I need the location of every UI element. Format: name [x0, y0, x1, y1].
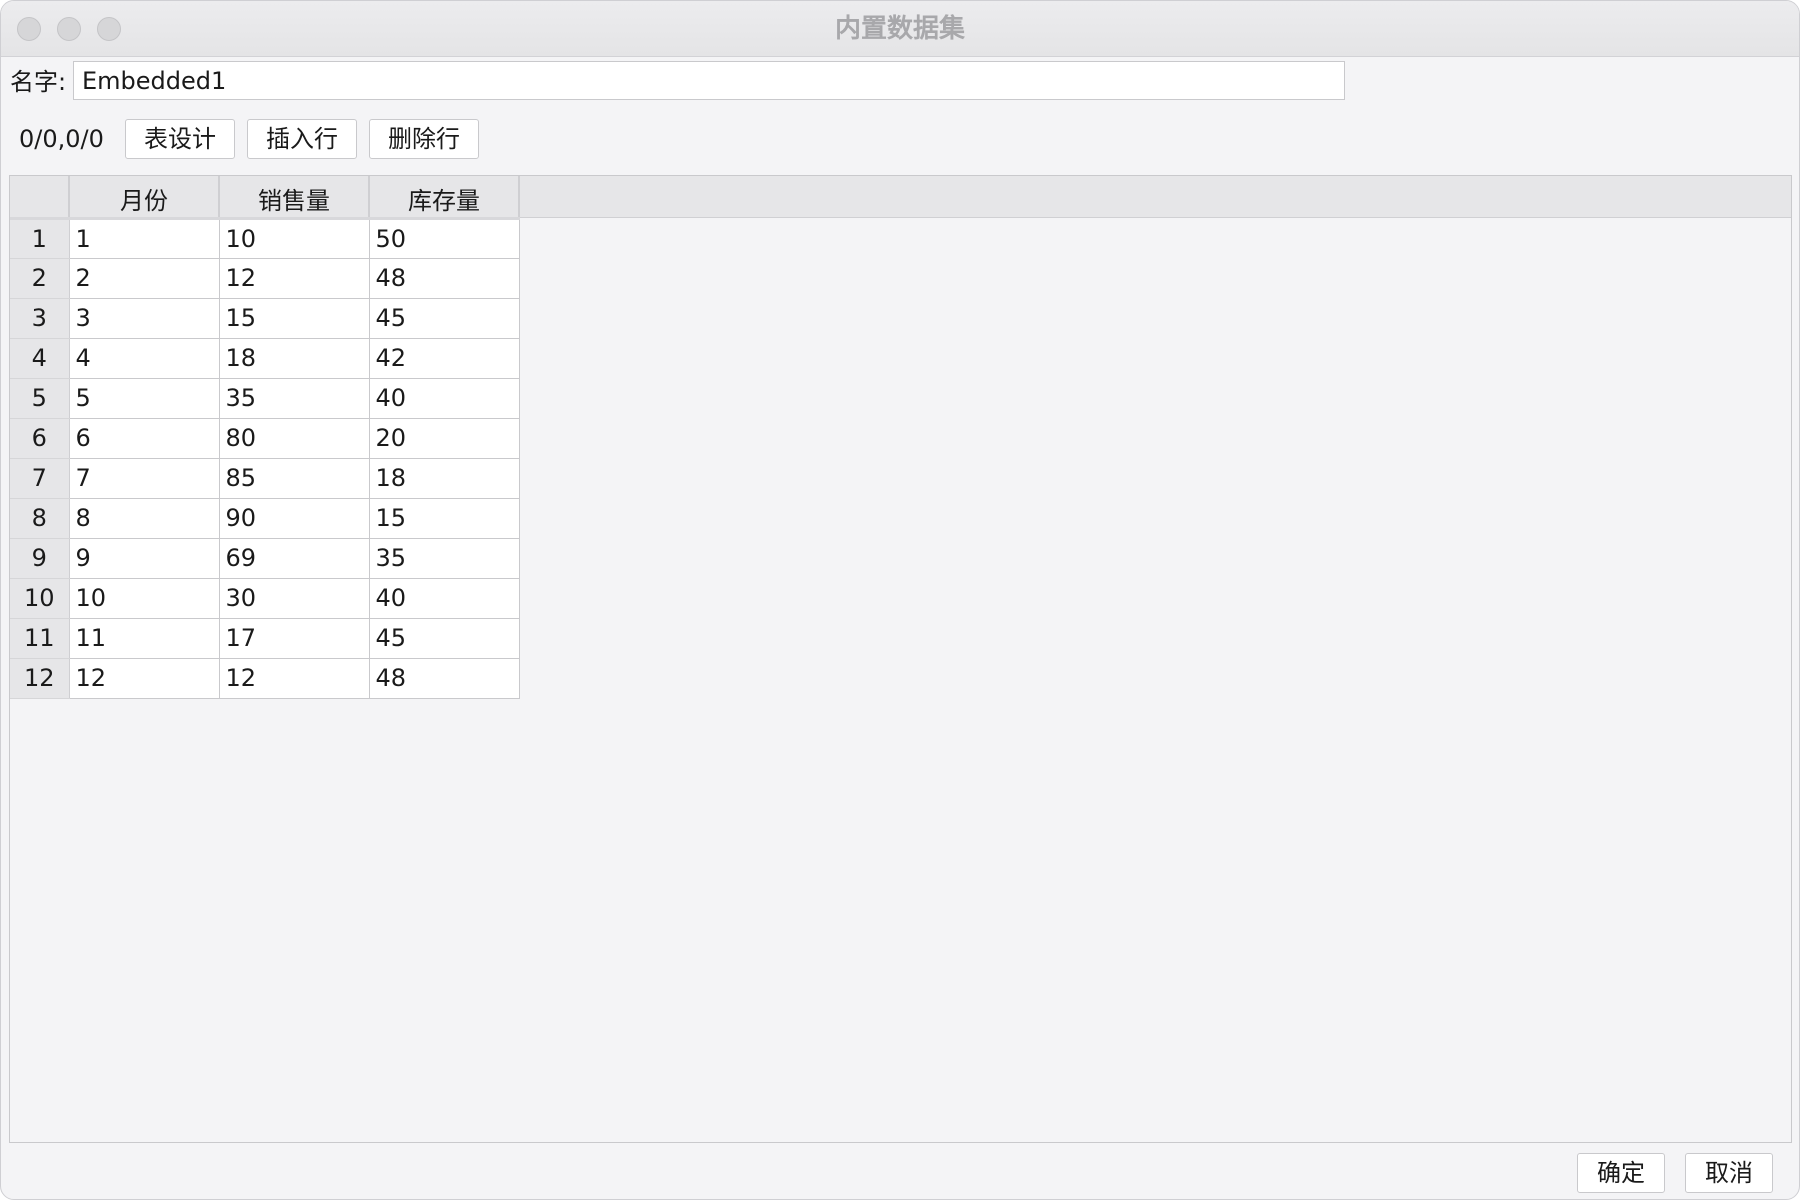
table-cell[interactable]: 40	[369, 378, 520, 419]
table-cell[interactable]: 12	[219, 658, 370, 699]
row-header[interactable]: 4	[10, 338, 70, 379]
table-row[interactable]: 9 9 69 35	[10, 538, 520, 579]
table-row[interactable]: 3 3 15 45	[10, 298, 520, 339]
data-table: 月份 销售量 库存量 1 1 10 50 2 2 12 48 3 3 15 45 4 4 18 42 5 5 35 4…	[10, 176, 520, 699]
row-header[interactable]: 11	[10, 618, 70, 659]
table-cell[interactable]: 4	[69, 338, 220, 379]
name-input[interactable]	[73, 61, 1345, 100]
row-header[interactable]: 9	[10, 538, 70, 579]
row-header[interactable]: 7	[10, 458, 70, 499]
table-cell[interactable]: 2	[69, 258, 220, 299]
cancel-button[interactable]: 取消	[1685, 1153, 1773, 1193]
table-cell[interactable]: 85	[219, 458, 370, 499]
column-header[interactable]: 库存量	[369, 176, 520, 220]
table-design-button[interactable]: 表设计	[125, 119, 235, 159]
name-label: 名字:	[10, 68, 67, 96]
table-cell[interactable]: 12	[219, 258, 370, 299]
table-row[interactable]: 11 11 17 45	[10, 618, 520, 659]
table-row[interactable]: 5 5 35 40	[10, 378, 520, 419]
row-header[interactable]: 5	[10, 378, 70, 419]
insert-row-button[interactable]: 插入行	[247, 119, 357, 159]
table-body: 1 1 10 50 2 2 12 48 3 3 15 45 4 4 18 42 5 5 35 40 6 6 80 20 7 7 85…	[10, 218, 520, 699]
table-row[interactable]: 7 7 85 18	[10, 458, 520, 499]
table-cell[interactable]: 10	[219, 218, 370, 259]
ok-button[interactable]: 确定	[1577, 1153, 1665, 1193]
table-cell[interactable]: 20	[369, 418, 520, 459]
table-cell[interactable]: 7	[69, 458, 220, 499]
table-corner[interactable]	[10, 176, 70, 220]
title-bar: 内置数据集	[1, 1, 1799, 57]
table-cell[interactable]: 90	[219, 498, 370, 539]
table-row[interactable]: 4 4 18 42	[10, 338, 520, 379]
table-cell[interactable]: 3	[69, 298, 220, 339]
table-cell[interactable]: 50	[369, 218, 520, 259]
table-cell[interactable]: 18	[219, 338, 370, 379]
table-cell[interactable]: 6	[69, 418, 220, 459]
column-header[interactable]: 月份	[69, 176, 220, 220]
column-header[interactable]: 销售量	[219, 176, 370, 220]
dialog-window: 内置数据集 名字: 0/0,0/0 表设计 插入行 删除行 月份 销售量 库存量…	[0, 0, 1800, 1200]
table-cell[interactable]: 15	[369, 498, 520, 539]
table-row[interactable]: 10 10 30 40	[10, 578, 520, 619]
table-row[interactable]: 6 6 80 20	[10, 418, 520, 459]
row-header[interactable]: 12	[10, 658, 70, 699]
table-header-row: 月份 销售量 库存量	[10, 176, 520, 220]
table-cell[interactable]: 80	[219, 418, 370, 459]
row-header[interactable]: 2	[10, 258, 70, 299]
table-cell[interactable]: 9	[69, 538, 220, 579]
table-cell[interactable]: 45	[369, 298, 520, 339]
table-cell[interactable]: 69	[219, 538, 370, 579]
row-header[interactable]: 8	[10, 498, 70, 539]
cell-coordinates: 0/0,0/0	[19, 125, 104, 153]
row-header[interactable]: 3	[10, 298, 70, 339]
table-cell[interactable]: 42	[369, 338, 520, 379]
table-row[interactable]: 1 1 10 50	[10, 218, 520, 259]
table-cell[interactable]: 40	[369, 578, 520, 619]
table-cell[interactable]: 15	[219, 298, 370, 339]
table-cell[interactable]: 35	[219, 378, 370, 419]
data-table-panel: 月份 销售量 库存量 1 1 10 50 2 2 12 48 3 3 15 45 4 4 18 42 5 5 35 4…	[9, 175, 1792, 1143]
row-header[interactable]: 6	[10, 418, 70, 459]
table-cell[interactable]: 17	[219, 618, 370, 659]
table-cell[interactable]: 11	[69, 618, 220, 659]
table-row[interactable]: 2 2 12 48	[10, 258, 520, 299]
table-row[interactable]: 12 12 12 48	[10, 658, 520, 699]
row-header[interactable]: 1	[10, 218, 70, 259]
table-cell[interactable]: 8	[69, 498, 220, 539]
table-row[interactable]: 8 8 90 15	[10, 498, 520, 539]
window-title: 内置数据集	[834, 14, 965, 44]
table-cell[interactable]: 48	[369, 258, 520, 299]
table-cell[interactable]: 10	[69, 578, 220, 619]
delete-row-button[interactable]: 删除行	[369, 119, 479, 159]
table-cell[interactable]: 1	[69, 218, 220, 259]
table-cell[interactable]: 30	[219, 578, 370, 619]
table-cell[interactable]: 5	[69, 378, 220, 419]
table-cell[interactable]: 35	[369, 538, 520, 579]
table-cell[interactable]: 12	[69, 658, 220, 699]
table-cell[interactable]: 48	[369, 658, 520, 699]
row-header[interactable]: 10	[10, 578, 70, 619]
table-cell[interactable]: 45	[369, 618, 520, 659]
table-cell[interactable]: 18	[369, 458, 520, 499]
